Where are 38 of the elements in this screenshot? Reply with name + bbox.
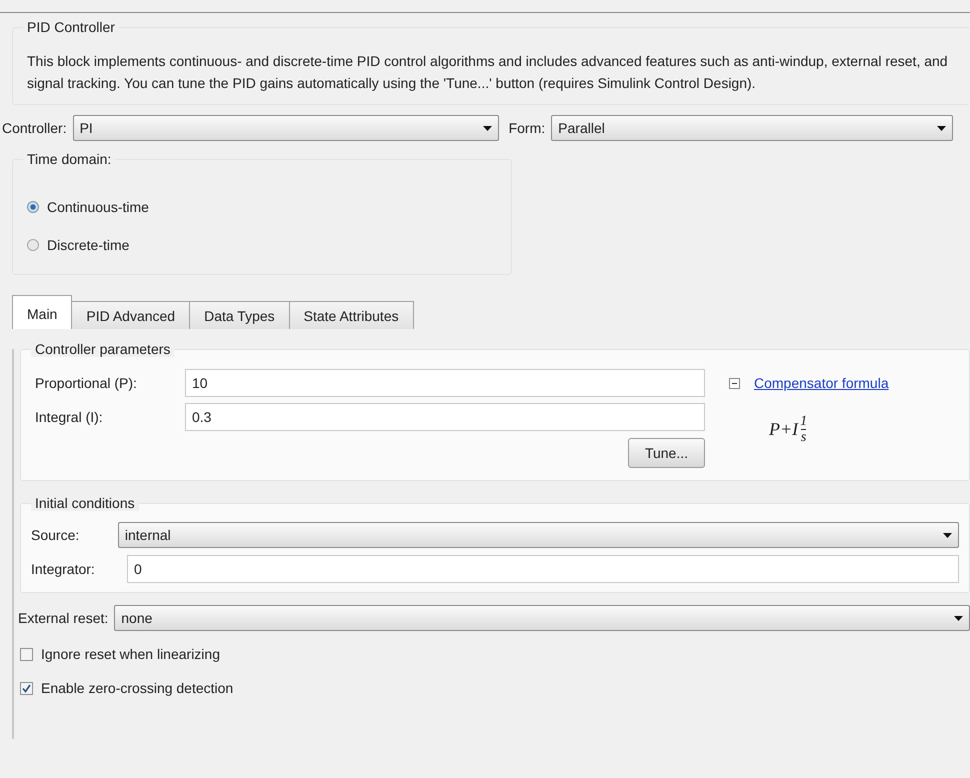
panel-title: Controller parameters: [31, 341, 174, 357]
input-field[interactable]: 10: [185, 369, 705, 397]
tab[interactable]: PID Advanced: [71, 301, 190, 329]
field-label: Source:: [31, 527, 80, 543]
checkbox-label[interactable]: Enable zero-crossing detection: [41, 680, 234, 696]
form-dropdown[interactable]: Parallel: [551, 115, 954, 141]
caret-icon: [954, 616, 963, 620]
field-label: Integral (I):: [35, 409, 104, 425]
tab[interactable]: Main: [12, 295, 72, 329]
radio-button[interactable]: [27, 201, 39, 213]
panel-title: Time domain:: [23, 151, 116, 167]
field-label: External reset:: [18, 610, 108, 626]
checkbox-label[interactable]: Ignore reset when linearizing: [41, 646, 220, 662]
field-label: Proportional (P):: [35, 375, 138, 391]
panel-title: PID Controller: [23, 19, 119, 35]
checkbox[interactable]: [20, 682, 33, 694]
field-label: Integrator:: [31, 561, 96, 577]
tab[interactable]: Data Types: [189, 301, 290, 329]
input-field[interactable]: 0.3: [185, 403, 705, 431]
panel-title: Initial conditions: [31, 495, 139, 511]
caret-icon: [937, 126, 946, 130]
collapse-icon[interactable]: [729, 378, 740, 388]
tune-button[interactable]: Tune...: [628, 438, 705, 468]
controller-dropdown[interactable]: PI: [72, 115, 499, 141]
input-field[interactable]: 0: [127, 555, 959, 583]
caret-icon: [943, 532, 952, 538]
radio-button[interactable]: [27, 239, 39, 251]
field-label: Controller:: [2, 120, 67, 136]
description-text: This block implements continuous- and discrete-time PID control algorithms and includes advanced features such as anti-windup, external reset, and signal tracking. You can tune the PID gains automatically using the 'Tune...' button (requires Simulink Control Design).: [27, 52, 949, 93]
checkbox[interactable]: [20, 648, 33, 660]
compensator-formula-link[interactable]: Compensator formula: [754, 375, 889, 391]
radio-label[interactable]: Discrete-time: [47, 237, 130, 253]
external-reset-dropdown[interactable]: none: [114, 605, 970, 631]
source-dropdown[interactable]: internal: [118, 522, 959, 548]
field-label: Form:: [508, 120, 546, 136]
tab[interactable]: State Attributes: [288, 301, 414, 329]
radio-label[interactable]: Continuous-time: [47, 199, 149, 215]
caret-icon: [482, 126, 492, 130]
